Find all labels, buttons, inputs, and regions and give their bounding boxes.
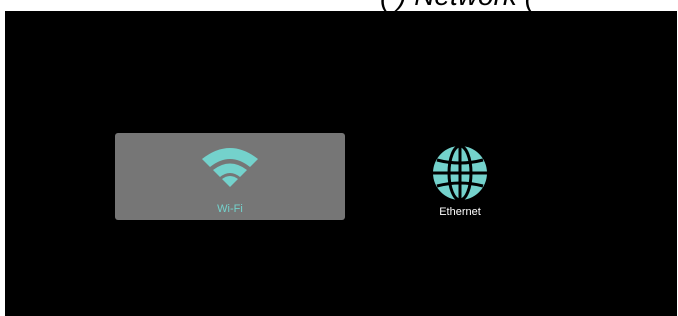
page: ( ) Network ( Wi-Fi	[0, 0, 678, 316]
globe-icon	[433, 144, 487, 202]
wifi-option[interactable]: Wi-Fi	[115, 133, 345, 220]
wifi-label: Wi-Fi	[217, 203, 243, 215]
wifi-icon	[202, 148, 258, 187]
ethernet-option[interactable]: Ethernet	[400, 133, 520, 220]
ethernet-label: Ethernet	[439, 206, 481, 218]
network-selection-screen: Wi-Fi Ethernet	[5, 11, 677, 316]
page-title: ( ) Network (	[380, 0, 534, 10]
